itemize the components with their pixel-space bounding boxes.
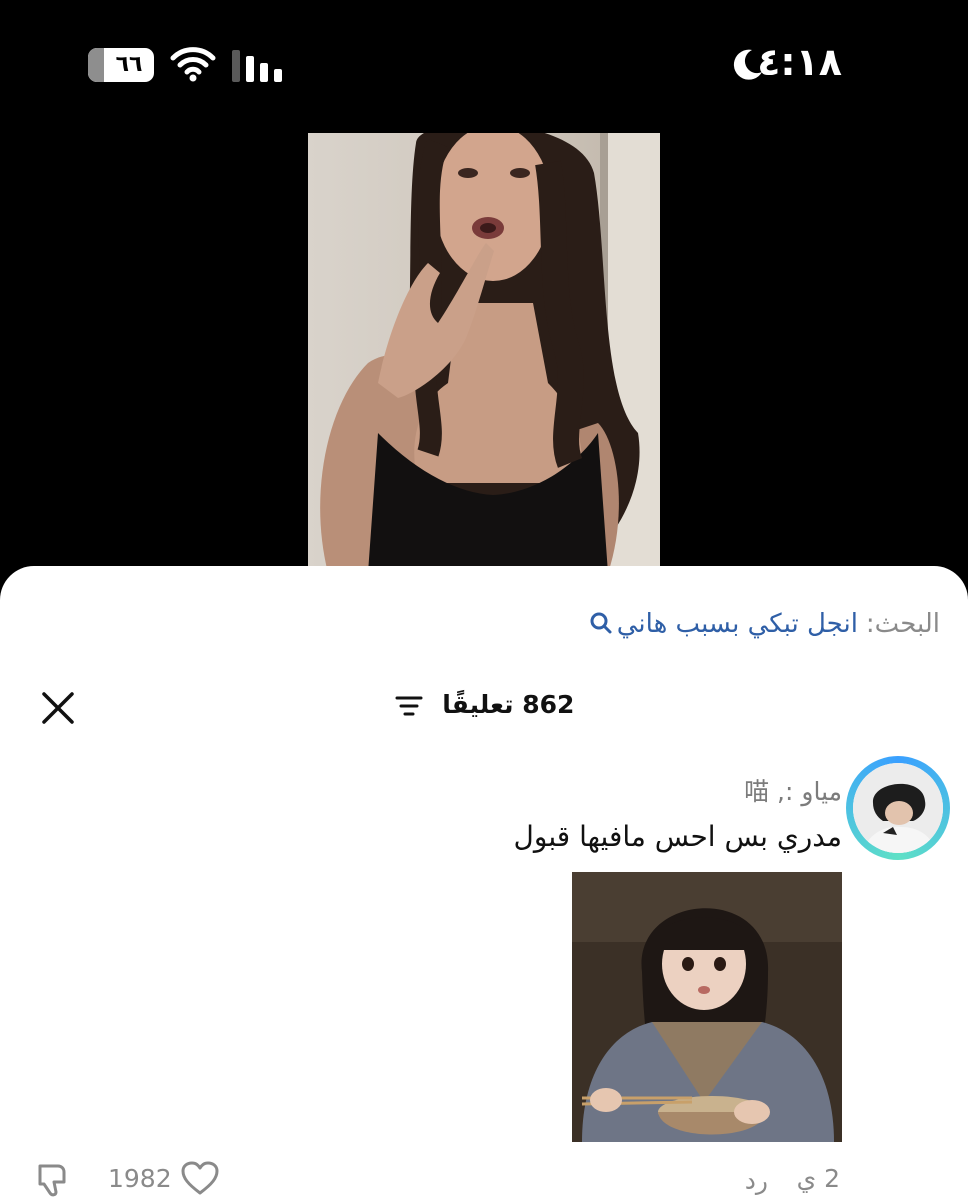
battery-indicator: ٦٦ <box>88 48 154 82</box>
attached-photo <box>572 872 842 1142</box>
wifi-icon <box>170 47 216 82</box>
comment-count: 862 تعليقًا <box>442 690 575 719</box>
search-icon <box>590 612 612 634</box>
comment-count-title: 862 تعليقًا <box>0 690 968 719</box>
video-frame-image <box>320 133 640 573</box>
comment-text: مدري بس احس مافيها قبول <box>513 820 842 853</box>
filter-icon[interactable] <box>394 694 424 718</box>
cellular-signal-icon <box>232 50 282 82</box>
comments-sheet: البحث: انجل تبكي بسبب هاني 862 تعليقًا م… <box>0 566 968 1200</box>
status-bar: ٦٦ ٤:١٨ <box>0 0 968 120</box>
video-player[interactable] <box>308 133 660 573</box>
avatar-image <box>853 763 943 853</box>
comment-age: 2 ي <box>796 1164 840 1193</box>
dislike-icon[interactable] <box>34 1162 74 1198</box>
avatar[interactable] <box>846 756 950 860</box>
status-time: ٤:١٨ <box>757 40 842 84</box>
search-suggestion[interactable]: البحث: انجل تبكي بسبب هاني <box>589 604 940 644</box>
reply-button[interactable]: رد <box>745 1166 768 1195</box>
heart-icon[interactable] <box>180 1160 220 1196</box>
comment-username[interactable]: مياو :, 喵 <box>744 772 842 808</box>
search-label: البحث: <box>865 609 940 639</box>
comment-footer: 1982 رد 2 ي <box>0 1158 968 1198</box>
like-count: 1982 <box>108 1164 172 1193</box>
battery-level: ٦٦ <box>115 52 143 77</box>
search-query-link[interactable]: انجل تبكي بسبب هاني <box>617 609 858 639</box>
comment-attached-image[interactable] <box>572 872 842 1142</box>
comments-header: 862 تعليقًا <box>0 686 968 730</box>
